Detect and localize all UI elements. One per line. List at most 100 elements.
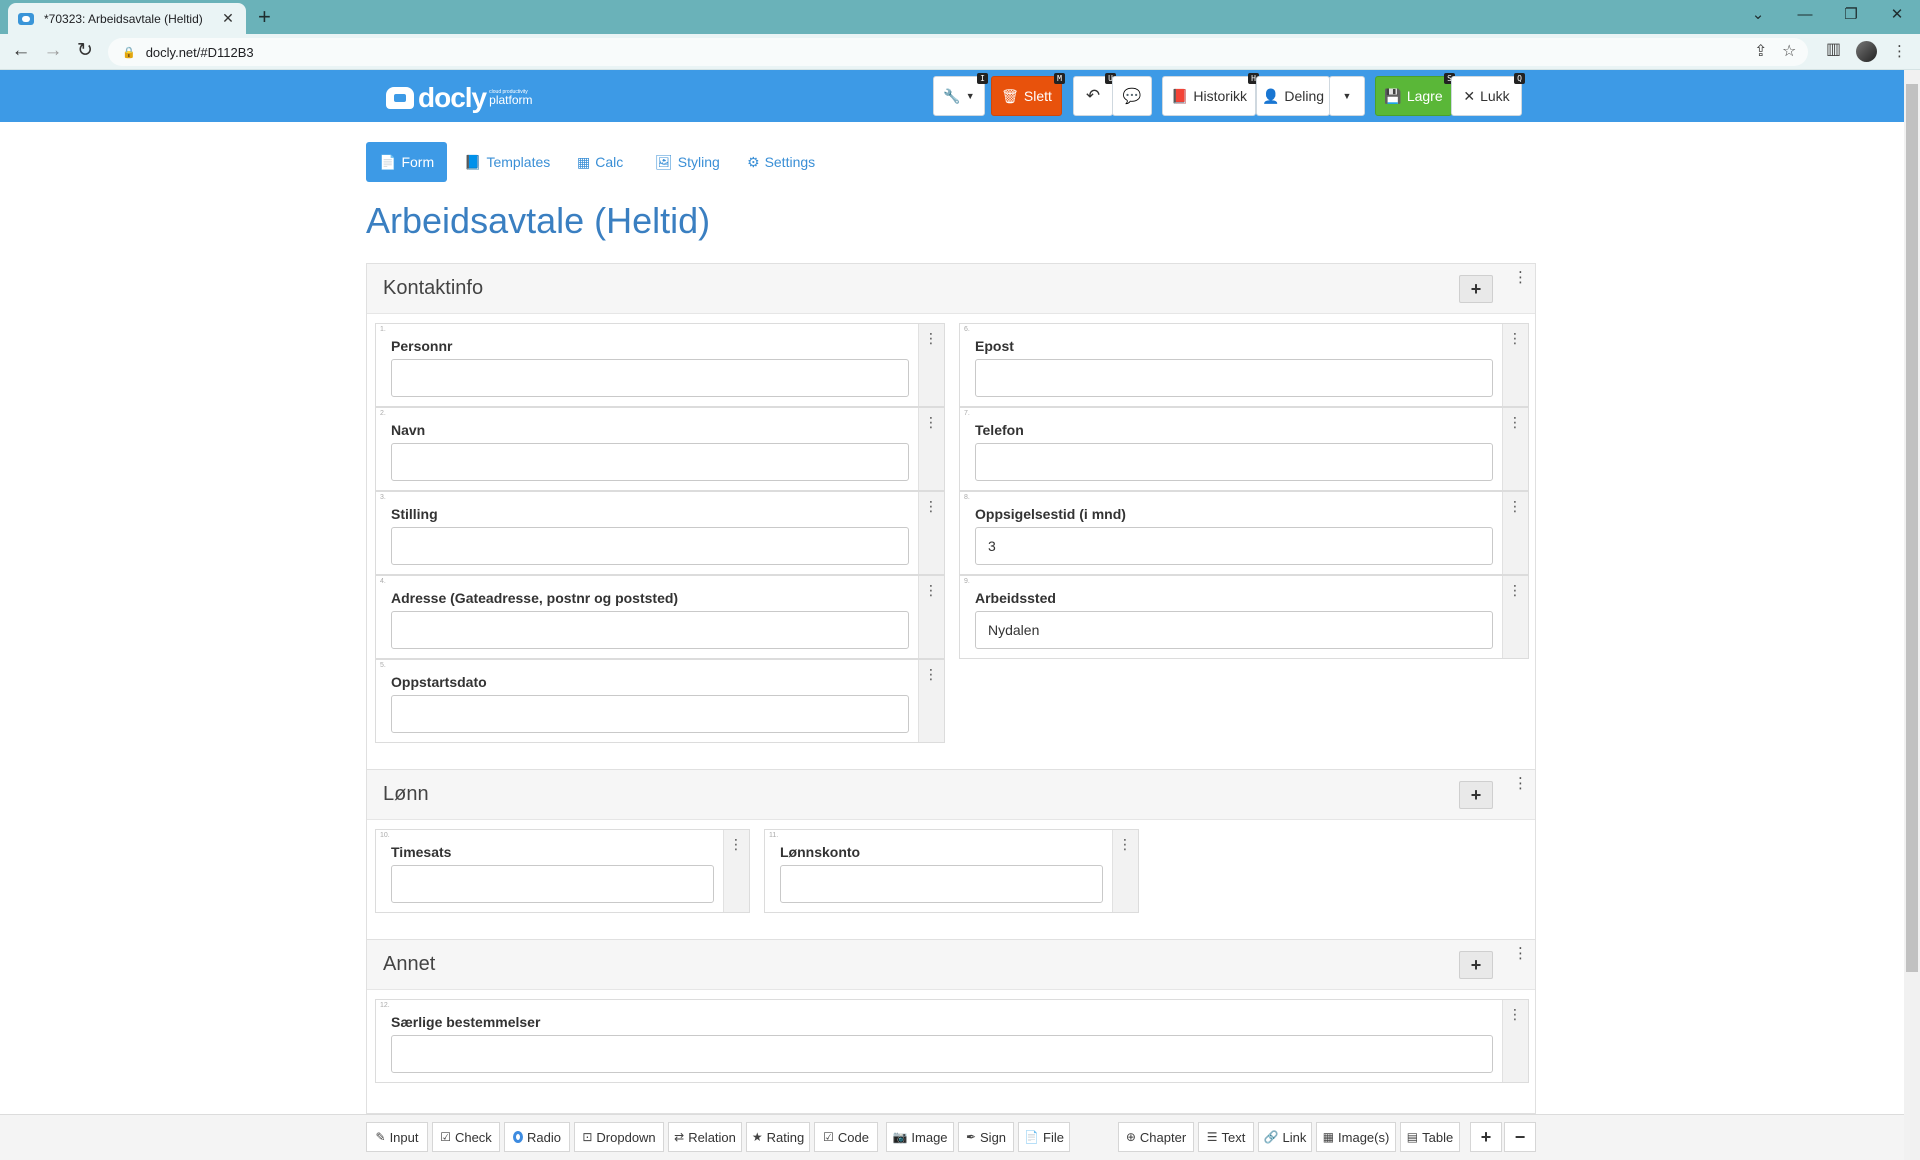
- field-menu-icon[interactable]: ⋮: [924, 414, 938, 430]
- tools-dropdown-button[interactable]: 🔧 ▼ I: [933, 73, 988, 116]
- adresse-input[interactable]: [391, 611, 909, 649]
- forward-arrow-icon[interactable]: →: [42, 40, 64, 62]
- history-button[interactable]: 📕 Historikk H: [1162, 73, 1259, 116]
- share-button[interactable]: 👤 Deling: [1256, 76, 1330, 116]
- field-telefon: 7. Telefon ⋮: [959, 407, 1529, 491]
- field-drag-handle[interactable]: ⋮: [918, 576, 944, 658]
- lonnskonto-input[interactable]: [780, 865, 1103, 903]
- field-label: Timesats: [391, 844, 452, 860]
- field-drag-handle[interactable]: ⋮: [1502, 1000, 1528, 1082]
- insert-radio-button[interactable]: Radio: [504, 1122, 570, 1152]
- minimize-window-icon[interactable]: —: [1793, 5, 1817, 25]
- url-text[interactable]: docly.net/#D112B3: [146, 45, 254, 60]
- side-panel-icon[interactable]: ▥: [1826, 40, 1841, 60]
- page-scrollbar-thumb[interactable]: [1906, 84, 1918, 972]
- insert-table-button[interactable]: ▤ Table: [1400, 1122, 1460, 1152]
- add-field-button[interactable]: +: [1459, 275, 1493, 303]
- tab-form[interactable]: 📄 Form: [366, 142, 448, 182]
- add-field-button[interactable]: +: [1459, 951, 1493, 979]
- arbeidssted-input[interactable]: [975, 611, 1493, 649]
- insert-check-button[interactable]: ☑ Check: [432, 1122, 500, 1152]
- field-menu-icon[interactable]: ⋮: [924, 582, 938, 598]
- tab-settings[interactable]: ⚙ Settings: [734, 142, 828, 182]
- field-menu-icon[interactable]: ⋮: [924, 330, 938, 346]
- save-button[interactable]: 💾 Lagre S: [1375, 73, 1455, 116]
- zoom-in-button[interactable]: +: [1470, 1122, 1502, 1152]
- field-drag-handle[interactable]: ⋮: [918, 408, 944, 490]
- insert-chapter-button[interactable]: ⊕ Chapter: [1118, 1122, 1194, 1152]
- field-drag-handle[interactable]: ⋮: [723, 830, 749, 912]
- tab-templates[interactable]: 📘 Templates: [451, 142, 563, 182]
- tab-calc[interactable]: ▦ Calc: [564, 142, 636, 182]
- comments-button[interactable]: 💬: [1112, 76, 1152, 116]
- section-menu-icon[interactable]: ⋮: [1513, 776, 1528, 792]
- caret-down-icon: ▼: [1342, 91, 1352, 101]
- delete-button[interactable]: 🗑 Slett M: [991, 73, 1065, 116]
- field-arbeidssted: 9. Arbeidssted ⋮: [959, 575, 1529, 659]
- field-drag-handle[interactable]: ⋮: [918, 492, 944, 574]
- insert-sign-button[interactable]: ✒ Sign: [958, 1122, 1014, 1152]
- field-drag-handle[interactable]: ⋮: [918, 324, 944, 406]
- tab-search-chevron-icon[interactable]: ⌄: [1746, 5, 1770, 25]
- field-menu-icon[interactable]: ⋮: [729, 836, 743, 852]
- oppstartsdato-input[interactable]: [391, 695, 909, 733]
- field-menu-icon[interactable]: ⋮: [1118, 836, 1132, 852]
- field-menu-icon[interactable]: ⋮: [1508, 1006, 1522, 1022]
- field-number: 7.: [964, 410, 970, 417]
- insert-image-button[interactable]: 📷 Image: [886, 1122, 954, 1152]
- restore-window-icon[interactable]: ❐: [1839, 5, 1863, 25]
- address-bar[interactable]: 🔒 docly.net/#D112B3 ⇪ ☆: [108, 38, 1808, 66]
- field-number: 3.: [380, 494, 386, 501]
- field-drag-handle[interactable]: ⋮: [1112, 830, 1138, 912]
- share-page-icon[interactable]: ⇪: [1754, 42, 1767, 62]
- field-menu-icon[interactable]: ⋮: [924, 666, 938, 682]
- close-tab-icon[interactable]: ✕: [220, 10, 236, 27]
- field-drag-handle[interactable]: ⋮: [1502, 492, 1528, 574]
- share-dropdown-button[interactable]: ▼: [1329, 76, 1365, 116]
- oppsigelsestid-input[interactable]: [975, 527, 1493, 565]
- timesats-input[interactable]: [391, 865, 714, 903]
- field-menu-icon[interactable]: ⋮: [1508, 414, 1522, 430]
- field-menu-icon[interactable]: ⋮: [924, 498, 938, 514]
- reload-icon[interactable]: ↻: [74, 40, 96, 62]
- navn-input[interactable]: [391, 443, 909, 481]
- browser-tab[interactable]: *70323: Arbeidsavtale (Heltid) ✕: [8, 3, 246, 34]
- bookmark-star-icon[interactable]: ☆: [1782, 42, 1796, 62]
- field-drag-handle[interactable]: ⋮: [1502, 408, 1528, 490]
- undo-button[interactable]: ↶ U: [1073, 73, 1116, 116]
- tab-styling[interactable]: 🖼 Styling: [642, 142, 733, 182]
- field-drag-handle[interactable]: ⋮: [1502, 576, 1528, 658]
- field-menu-icon[interactable]: ⋮: [1508, 330, 1522, 346]
- add-field-button[interactable]: +: [1459, 781, 1493, 809]
- saerlige-bestemmelser-input[interactable]: [391, 1035, 1493, 1073]
- field-drag-handle[interactable]: ⋮: [1502, 324, 1528, 406]
- stilling-input[interactable]: [391, 527, 909, 565]
- close-button[interactable]: ✕ Lukk Q: [1451, 73, 1525, 116]
- insert-dropdown-button[interactable]: ⊡ Dropdown: [574, 1122, 664, 1152]
- field-menu-icon[interactable]: ⋮: [1508, 582, 1522, 598]
- epost-input[interactable]: [975, 359, 1493, 397]
- personnr-input[interactable]: [391, 359, 909, 397]
- insert-file-button[interactable]: 📄 File: [1018, 1122, 1070, 1152]
- profile-avatar[interactable]: [1856, 41, 1877, 62]
- field-menu-icon[interactable]: ⋮: [1508, 498, 1522, 514]
- browser-tabstrip: *70323: Arbeidsavtale (Heltid) ✕ + ⌄ — ❐…: [0, 0, 1920, 34]
- insert-input-button[interactable]: ✎ Input: [366, 1122, 428, 1152]
- insert-rating-button[interactable]: ★ Rating: [746, 1122, 810, 1152]
- insert-code-button[interactable]: ☑ Code: [814, 1122, 878, 1152]
- section-menu-icon[interactable]: ⋮: [1513, 946, 1528, 962]
- new-tab-icon[interactable]: +: [258, 5, 271, 29]
- close-window-icon[interactable]: ✕: [1885, 5, 1909, 25]
- browser-menu-icon[interactable]: ⋮: [1892, 42, 1907, 60]
- telefon-input[interactable]: [975, 443, 1493, 481]
- insert-text-button[interactable]: ☰ Text: [1198, 1122, 1254, 1152]
- back-arrow-icon[interactable]: ←: [10, 40, 32, 62]
- zoom-out-button[interactable]: −: [1504, 1122, 1536, 1152]
- section-menu-icon[interactable]: ⋮: [1513, 270, 1528, 286]
- insert-link-button[interactable]: 🔗 Link: [1258, 1122, 1312, 1152]
- insert-relation-button[interactable]: ⇄ Relation: [668, 1122, 742, 1152]
- insert-images-button[interactable]: ▦ Image(s): [1316, 1122, 1396, 1152]
- docly-logo[interactable]: docly cloud productivity platform: [386, 82, 533, 114]
- lock-icon[interactable]: 🔒: [122, 46, 136, 59]
- field-drag-handle[interactable]: ⋮: [918, 660, 944, 742]
